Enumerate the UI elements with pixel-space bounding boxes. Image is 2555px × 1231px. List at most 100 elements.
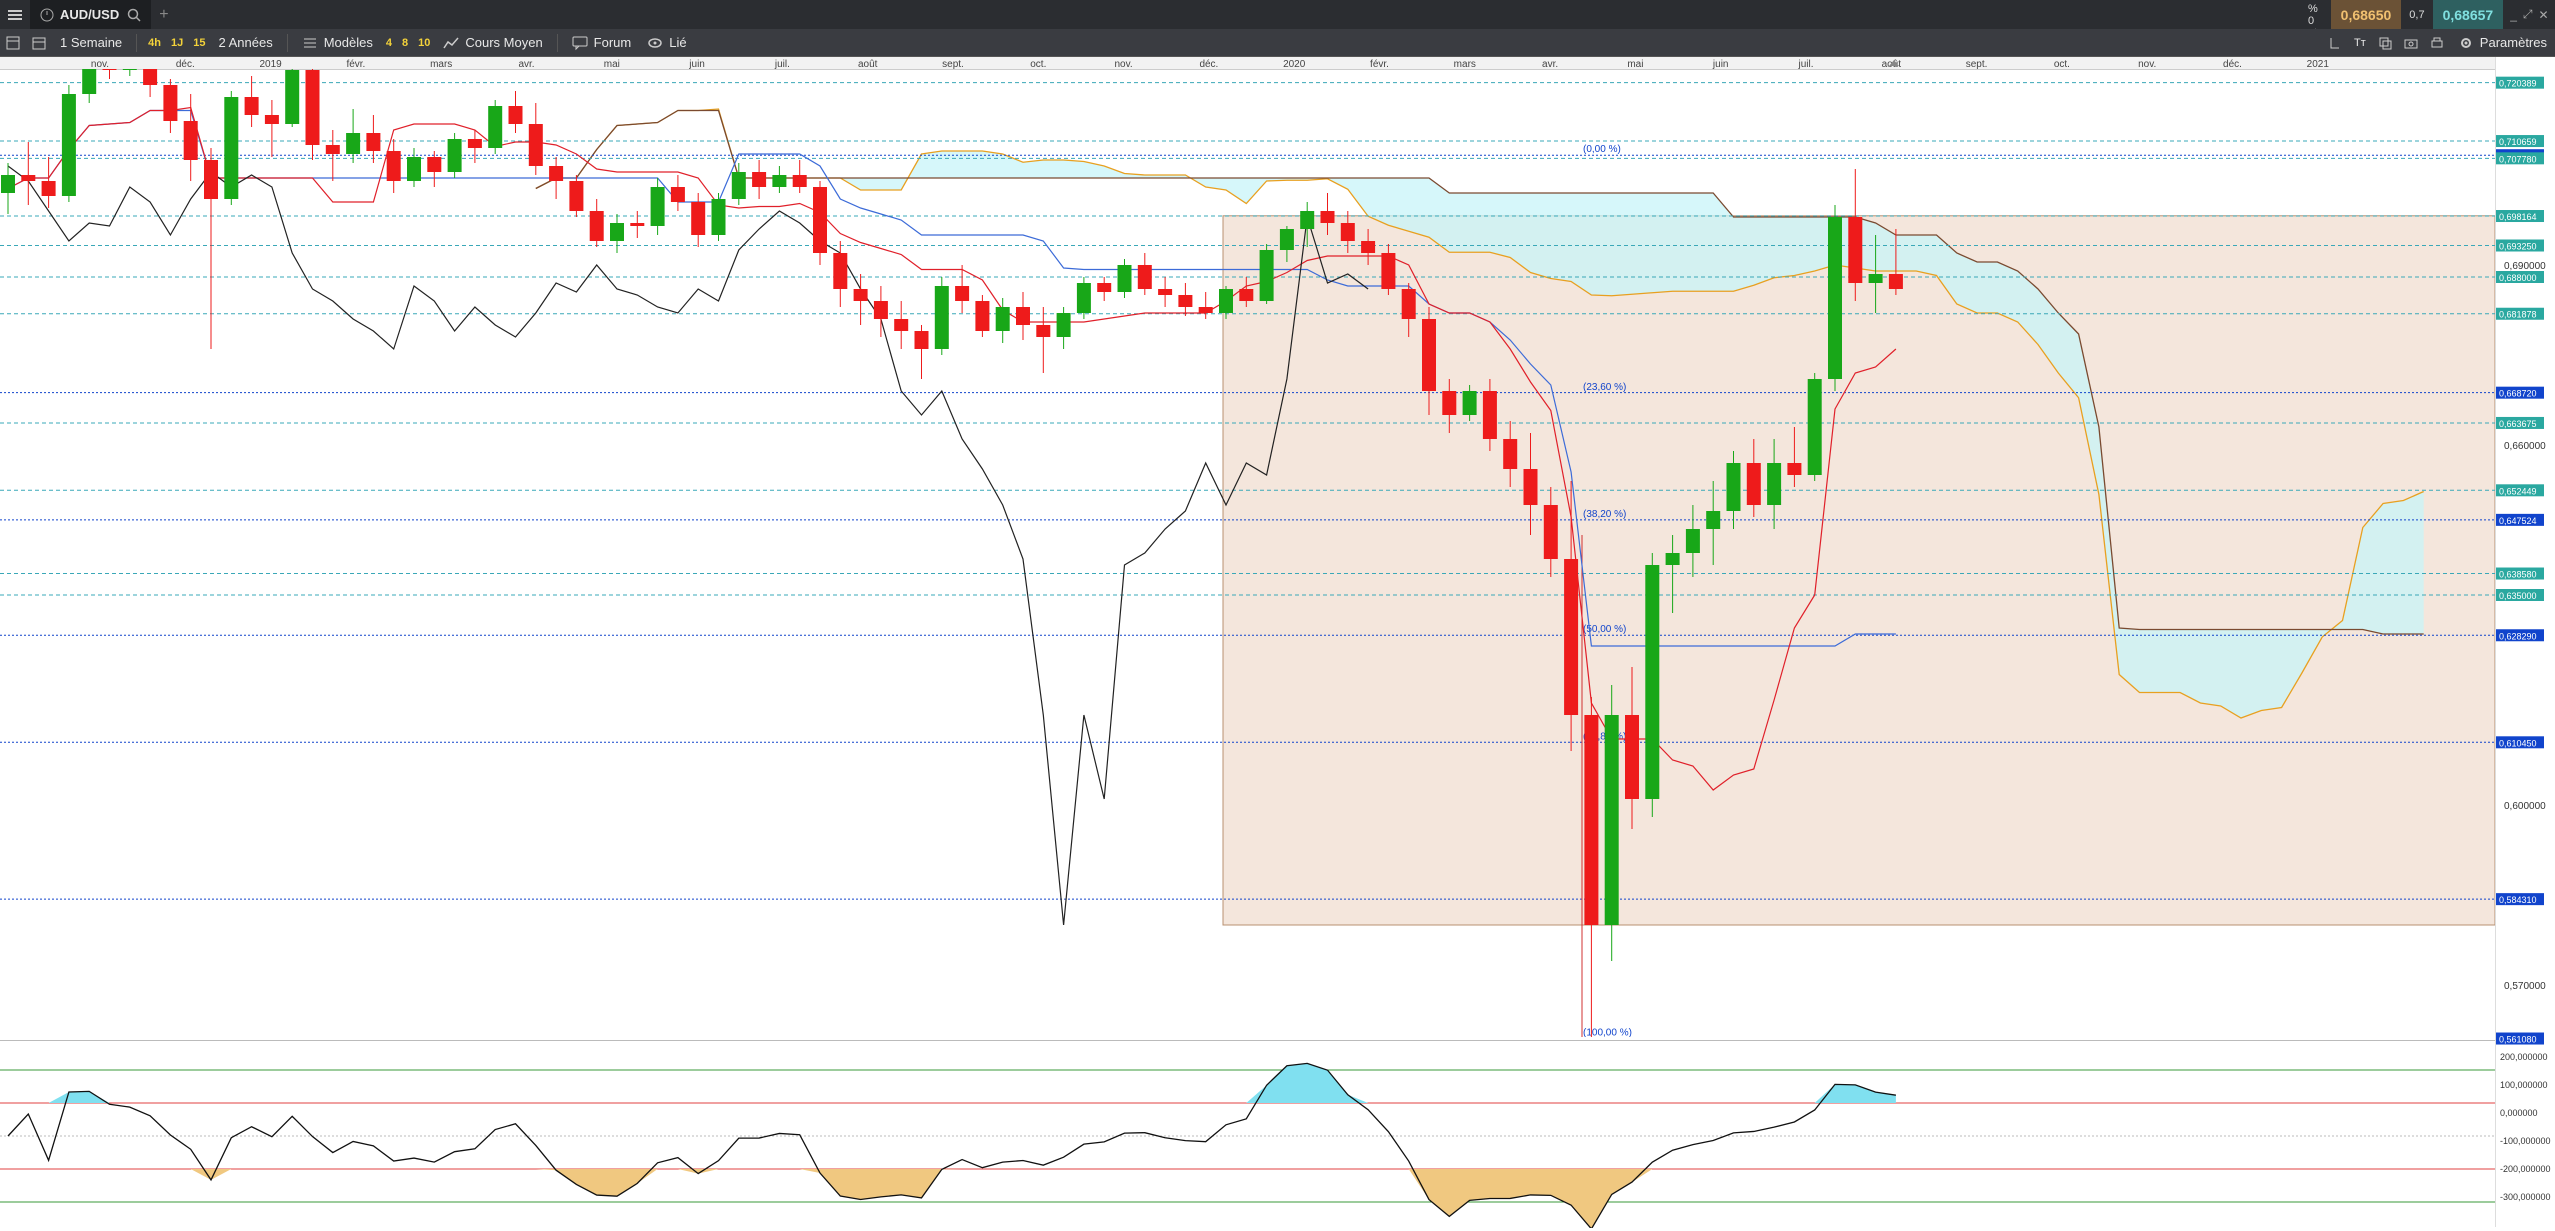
model-count-4[interactable]: 4 [381,37,397,49]
quick-interval-15[interactable]: 15 [188,37,210,49]
calendar-button[interactable] [26,29,52,56]
ask-price[interactable]: 0,68657 [2432,0,2504,29]
candle-body [1868,274,1883,283]
add-tab-button[interactable]: + [151,0,176,29]
spread: 0,7 [2409,8,2425,21]
minimize-icon[interactable]: _ [2510,8,2517,22]
layers-button[interactable] [2372,29,2398,56]
candle-body [183,121,198,160]
candle-body [650,187,665,226]
menu-button[interactable] [0,0,30,29]
candle-body [1604,715,1619,925]
ticker: 0 % 0 pts 0,68650 0,7 0,68657 _ ⤢ ✕ [2300,0,2555,39]
candle-body [1422,319,1436,391]
price-level-label: 0,720389 [2499,79,2537,89]
candle-body [691,202,706,235]
average-price-button[interactable]: Cours Moyen [435,29,550,56]
price-level-label: 0,652449 [2499,486,2537,496]
candle-body [82,43,97,94]
candle-body [670,187,685,202]
price-level-label: 0,681878 [2499,310,2537,320]
price-chart[interactable]: (0,00 %) (23,60 %) (38,20 %) (50,00 %) (61,8… [0,7,2496,1099]
price-level-label: 0,610450 [2499,738,2537,748]
candle-body [1523,469,1538,505]
panel-toggle[interactable] [0,29,26,56]
candle-body [407,157,421,181]
print-button[interactable] [2424,29,2450,56]
models-button[interactable]: Modèles [294,29,381,56]
cci-oscillator-panel[interactable] [0,1040,2495,1231]
model-count-8[interactable]: 8 [397,37,413,49]
price-chart-svg[interactable]: (0,00 %)(23,60 %)(38,20 %)(50,00 %)(61,8… [0,7,2496,1099]
time-tick-label: août [858,59,878,69]
time-tick-label: juin [1712,59,1729,69]
candle-body [1239,289,1254,301]
expand-icon[interactable]: ⤢ [2523,7,2533,22]
linked-button[interactable]: Lié [639,29,694,56]
chikou-span-line [7,165,1369,926]
oscillator-tick-label: 100,000000 [2500,1080,2548,1090]
time-tick-label: juil. [774,59,790,69]
candle-body [1807,379,1822,475]
candle-body [1584,715,1599,925]
price-level-label: 0,635000 [2499,591,2537,601]
time-tick-label: nov. [2138,59,2156,69]
search-icon[interactable] [127,8,141,22]
candle-body [549,166,564,181]
oscillator-svg [0,1062,2495,1231]
instrument-tab[interactable]: AUD/USD [30,0,152,29]
price-tick-label: 0,660000 [2504,441,2546,452]
time-tick-label: mai [1627,59,1643,69]
candle-body [833,253,848,289]
instrument-name: AUD/USD [60,7,120,22]
price-level-label: 0,693250 [2499,242,2537,252]
bid-price[interactable]: 0,68650 [2330,0,2402,29]
forum-button[interactable]: Forum [564,29,640,56]
range-select[interactable]: 2 Années [211,29,281,56]
settings-button[interactable]: Paramètres [2450,29,2555,56]
time-tick-label: mars [430,59,452,69]
change-box: 0 % 0 pts [2300,0,2331,39]
candle-body [894,319,909,331]
candle-body [1503,439,1518,469]
quick-interval-1j[interactable]: 1J [166,37,188,49]
candle-body [1198,307,1213,313]
price-level-label: 0,628290 [2499,631,2537,641]
candle-body [955,286,970,301]
candle-body [21,175,36,181]
drawing-tool-button[interactable] [2322,29,2348,56]
candle-body [1076,283,1091,313]
chart-toolbar: 1 Semaine 4h 1J 15 2 Années Modèles 4 8 … [0,29,2555,57]
model-count-10[interactable]: 10 [413,37,435,49]
candle-body [589,211,604,241]
interval-select[interactable]: 1 Semaine [52,29,130,56]
price-level-label: 0,710659 [2499,137,2537,147]
close-icon[interactable]: ✕ [2538,8,2548,22]
fibonacci-label: (23,60 %) [1583,382,1626,393]
quick-interval-4h[interactable]: 4h [143,37,166,49]
candle-body [853,289,868,301]
candle-body [1543,505,1558,559]
price-axis[interactable]: 0,690000 0,660000 0,600000 0,570000 0,720389… [2495,57,2555,1227]
candle-body [61,94,76,196]
candle-body [914,331,929,349]
text-tool-button[interactable]: Tт [2348,29,2372,56]
models-label: Modèles [323,35,373,50]
candle-body [41,181,56,196]
camera-icon [2404,39,2418,48]
time-tick-label: sept. [942,59,964,69]
candle-body [995,307,1010,331]
candle-body [1462,391,1477,415]
screenshot-button[interactable] [2398,29,2424,56]
candle-body [1381,253,1396,289]
time-tick-label: 2019 [259,59,282,69]
time-tick-label: mars [1454,59,1476,69]
cci-overbought-area [8,1063,1896,1103]
time-tick-label: févr. [346,59,365,69]
price-axis-svg: 0,690000 0,660000 0,600000 0,570000 0,720389… [2496,76,2551,1202]
candle-body [772,175,787,187]
fibonacci-label: (100,00 %) [1583,1027,1632,1037]
candle-body [1401,289,1416,319]
candle-body [813,187,827,253]
candle-body [488,106,503,148]
